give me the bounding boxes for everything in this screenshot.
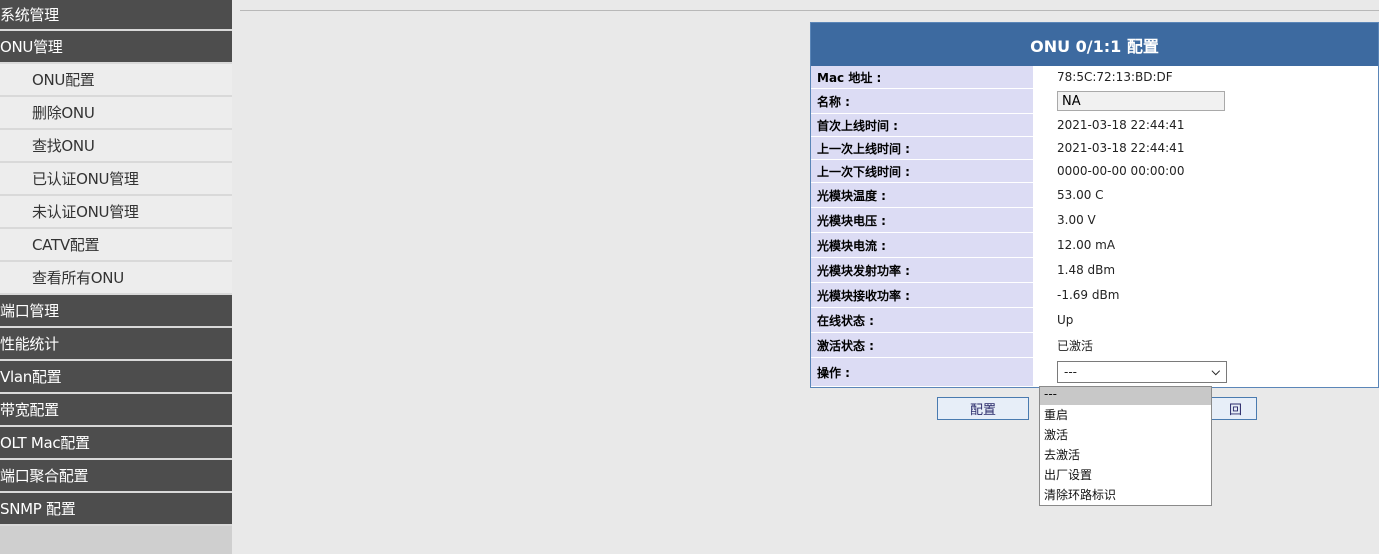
- value-activation-status: 已激活: [1033, 332, 1378, 358]
- option-activate[interactable]: 激活: [1040, 425, 1211, 445]
- value-online-status: Up: [1033, 307, 1378, 333]
- onu-info-table: Mac 地址 : 78:5C:72:13:BD:DF 名称 : 首次上线时间 :…: [811, 66, 1378, 387]
- option-none[interactable]: ---: [1040, 387, 1211, 405]
- label-operation: 操作 :: [811, 357, 1033, 387]
- nav-view-all-onu[interactable]: 查看所有ONU: [0, 262, 232, 295]
- top-divider: [240, 10, 1379, 11]
- label-name: 名称 :: [811, 88, 1033, 114]
- nav-vlan-config[interactable]: Vlan配置: [0, 361, 232, 394]
- label-last-offline: 上一次下线时间 :: [811, 159, 1033, 183]
- row-rx-power: 光模块接收功率 : -1.69 dBm: [811, 282, 1378, 308]
- value-operation-cell: --- ⌵: [1033, 357, 1378, 387]
- value-last-online: 2021-03-18 22:44:41: [1033, 136, 1378, 160]
- row-online-status: 在线状态 : Up: [811, 307, 1378, 333]
- nav-bandwidth-config[interactable]: 带宽配置: [0, 394, 232, 427]
- row-temperature: 光模块温度 : 53.00 C: [811, 182, 1378, 208]
- label-current: 光模块电流 :: [811, 232, 1033, 258]
- value-mac: 78:5C:72:13:BD:DF: [1033, 66, 1378, 89]
- row-activation-status: 激活状态 : 已激活: [811, 332, 1378, 358]
- label-activation-status: 激活状态 :: [811, 332, 1033, 358]
- row-current: 光模块电流 : 12.00 mA: [811, 232, 1378, 258]
- option-factory-reset[interactable]: 出厂设置: [1040, 465, 1211, 485]
- nav-catv-config[interactable]: CATV配置: [0, 229, 232, 262]
- nav-find-onu[interactable]: 查找ONU: [0, 130, 232, 163]
- option-clear-loop-flag[interactable]: 清除环路标识: [1040, 485, 1211, 505]
- label-mac: Mac 地址 :: [811, 66, 1033, 89]
- nav-system-management[interactable]: 系统管理: [0, 0, 232, 31]
- name-input[interactable]: [1057, 91, 1225, 111]
- value-tx-power: 1.48 dBm: [1033, 257, 1378, 283]
- nav-olt-mac-config[interactable]: OLT Mac配置: [0, 427, 232, 460]
- nav-onu-config[interactable]: ONU配置: [0, 64, 232, 97]
- label-voltage: 光模块电压 :: [811, 207, 1033, 233]
- row-first-online: 首次上线时间 : 2021-03-18 22:44:41: [811, 113, 1378, 137]
- label-temperature: 光模块温度 :: [811, 182, 1033, 208]
- onu-config-panel: ONU 0/1:1 配置 Mac 地址 : 78:5C:72:13:BD:DF …: [810, 22, 1379, 388]
- label-last-online: 上一次上线时间 :: [811, 136, 1033, 160]
- value-current: 12.00 mA: [1033, 232, 1378, 258]
- label-first-online: 首次上线时间 :: [811, 113, 1033, 137]
- nav-snmp-config[interactable]: SNMP 配置: [0, 493, 232, 526]
- value-temperature: 53.00 C: [1033, 182, 1378, 208]
- operation-dropdown-list: --- 重启 激活 去激活 出厂设置 清除环路标识: [1039, 386, 1212, 506]
- value-name-cell: [1033, 88, 1378, 114]
- value-rx-power: -1.69 dBm: [1033, 282, 1378, 308]
- option-deactivate[interactable]: 去激活: [1040, 445, 1211, 465]
- value-voltage: 3.00 V: [1033, 207, 1378, 233]
- row-last-online: 上一次上线时间 : 2021-03-18 22:44:41: [811, 136, 1378, 160]
- config-button[interactable]: 配置: [937, 397, 1029, 420]
- panel-title: ONU 0/1:1 配置: [811, 23, 1378, 66]
- sidebar-nav: 系统管理 ONU管理 ONU配置 删除ONU 查找ONU 已认证ONU管理 未认…: [0, 0, 232, 554]
- nav-delete-onu[interactable]: 删除ONU: [0, 97, 232, 130]
- value-first-online: 2021-03-18 22:44:41: [1033, 113, 1378, 137]
- row-mac: Mac 地址 : 78:5C:72:13:BD:DF: [811, 66, 1378, 89]
- nav-port-aggregation[interactable]: 端口聚合配置: [0, 460, 232, 493]
- operation-select[interactable]: --- ⌵: [1057, 361, 1227, 383]
- row-operation: 操作 : --- ⌵: [811, 357, 1378, 387]
- row-last-offline: 上一次下线时间 : 0000-00-00 00:00:00: [811, 159, 1378, 183]
- label-online-status: 在线状态 :: [811, 307, 1033, 333]
- row-tx-power: 光模块发射功率 : 1.48 dBm: [811, 257, 1378, 283]
- nav-authenticated-onu[interactable]: 已认证ONU管理: [0, 163, 232, 196]
- row-name: 名称 :: [811, 88, 1378, 114]
- operation-selected-value: ---: [1064, 365, 1077, 379]
- chevron-down-icon: ⌵: [1211, 365, 1220, 378]
- label-tx-power: 光模块发射功率 :: [811, 257, 1033, 283]
- nav-unauthenticated-onu[interactable]: 未认证ONU管理: [0, 196, 232, 229]
- value-last-offline: 0000-00-00 00:00:00: [1033, 159, 1378, 183]
- option-reboot[interactable]: 重启: [1040, 405, 1211, 425]
- label-rx-power: 光模块接收功率 :: [811, 282, 1033, 308]
- nav-onu-management[interactable]: ONU管理: [0, 31, 232, 64]
- row-voltage: 光模块电压 : 3.00 V: [811, 207, 1378, 233]
- nav-port-management[interactable]: 端口管理: [0, 295, 232, 328]
- nav-performance-stats[interactable]: 性能统计: [0, 328, 232, 361]
